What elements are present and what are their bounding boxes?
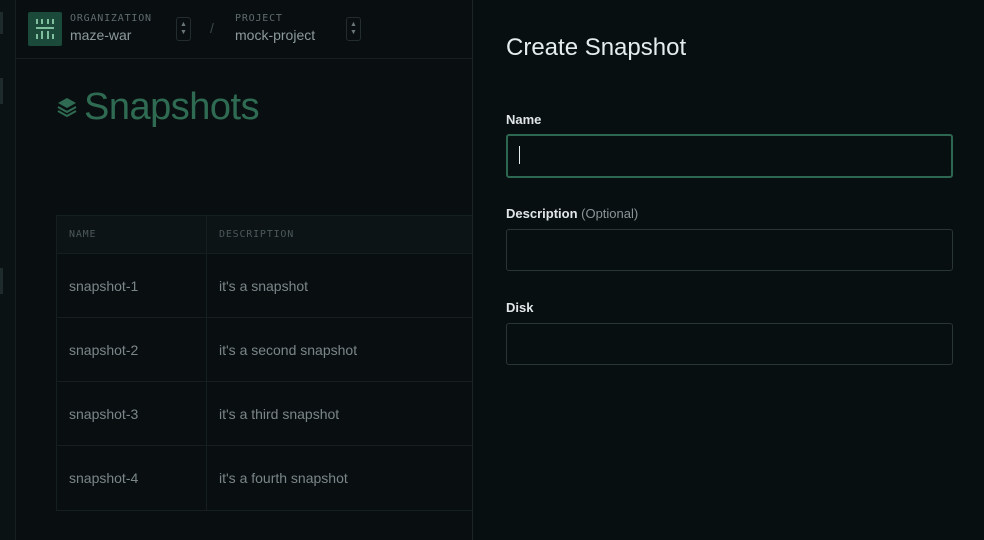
org-name: maze-war bbox=[70, 27, 132, 43]
table-row[interactable]: snapshot-2 it's a second snapshot bbox=[57, 318, 473, 382]
snapshot-name-cell: snapshot-1 bbox=[57, 254, 207, 317]
name-input[interactable] bbox=[506, 134, 953, 178]
disk-label-text: Disk bbox=[506, 300, 534, 315]
column-header-description[interactable]: DESCRIPTION bbox=[207, 216, 473, 253]
page-heading: Snapshots bbox=[84, 86, 260, 128]
text-caret bbox=[519, 146, 520, 164]
snapshot-description-cell: it's a snapshot bbox=[219, 277, 309, 294]
left-rail bbox=[0, 0, 16, 540]
optional-hint: (Optional) bbox=[581, 206, 639, 221]
project-name: mock-project bbox=[235, 27, 316, 43]
description-label-text: Description bbox=[506, 206, 578, 221]
snapshot-name-cell: snapshot-3 bbox=[57, 382, 207, 445]
disk-field-label: Disk bbox=[506, 300, 533, 315]
layers-stack-glyph bbox=[57, 98, 77, 118]
org-switcher[interactable]: ▲ ▼ bbox=[176, 17, 191, 41]
table-row[interactable]: snapshot-1 it's a snapshot bbox=[57, 254, 473, 318]
rail-marker bbox=[0, 268, 3, 294]
panel-title: Create Snapshot bbox=[506, 34, 687, 61]
snapshots-page: ORGANIZATION maze-war ▲ ▼ / PROJECT mock… bbox=[16, 0, 473, 540]
column-header-name[interactable]: NAME bbox=[57, 216, 207, 253]
org-label: ORGANIZATION bbox=[70, 13, 152, 24]
project-label: PROJECT bbox=[235, 13, 283, 24]
page-title: Snapshots bbox=[56, 86, 260, 129]
rail-marker bbox=[0, 12, 3, 34]
description-field-label: Description (Optional) bbox=[506, 206, 638, 221]
project-breadcrumb[interactable]: PROJECT mock-project bbox=[235, 13, 315, 43]
table-header: NAME DESCRIPTION bbox=[57, 216, 473, 254]
create-snapshot-panel: Create Snapshot Name Description (Option… bbox=[472, 0, 984, 540]
org-breadcrumb[interactable]: ORGANIZATION maze-war bbox=[70, 13, 152, 43]
snapshot-description-cell: it's a fourth snapshot bbox=[219, 470, 348, 486]
chevron-down-icon: ▼ bbox=[350, 29, 357, 36]
project-switcher[interactable]: ▲ ▼ bbox=[346, 17, 361, 41]
description-input[interactable] bbox=[506, 229, 953, 271]
snapshot-description-cell: it's a second snapshot bbox=[219, 341, 358, 358]
chevron-down-icon: ▼ bbox=[180, 29, 187, 36]
maze-logo-glyph bbox=[36, 19, 54, 39]
table-row[interactable]: snapshot-4 it's a fourth snapshot bbox=[57, 446, 473, 510]
snapshots-table: NAME DESCRIPTION snapshot-1 it's a snaps… bbox=[56, 215, 473, 511]
snapshot-name-cell: snapshot-4 bbox=[57, 446, 207, 510]
maze-logo-icon[interactable] bbox=[28, 12, 62, 46]
snapshot-description-cell: it's a third snapshot bbox=[219, 405, 340, 422]
name-label-text: Name bbox=[506, 112, 542, 127]
chevron-up-icon: ▲ bbox=[350, 21, 357, 28]
disk-input[interactable] bbox=[506, 323, 953, 365]
name-field-label: Name bbox=[506, 112, 541, 127]
chevron-up-icon: ▲ bbox=[180, 21, 187, 28]
snapshot-name-cell: snapshot-2 bbox=[57, 318, 207, 381]
rail-marker bbox=[0, 78, 3, 104]
topbar: ORGANIZATION maze-war ▲ ▼ / PROJECT mock… bbox=[16, 0, 473, 59]
breadcrumb-separator: / bbox=[210, 20, 214, 36]
layers-stack-icon bbox=[56, 96, 78, 123]
table-row[interactable]: snapshot-3 it's a third snapshot bbox=[57, 382, 473, 446]
